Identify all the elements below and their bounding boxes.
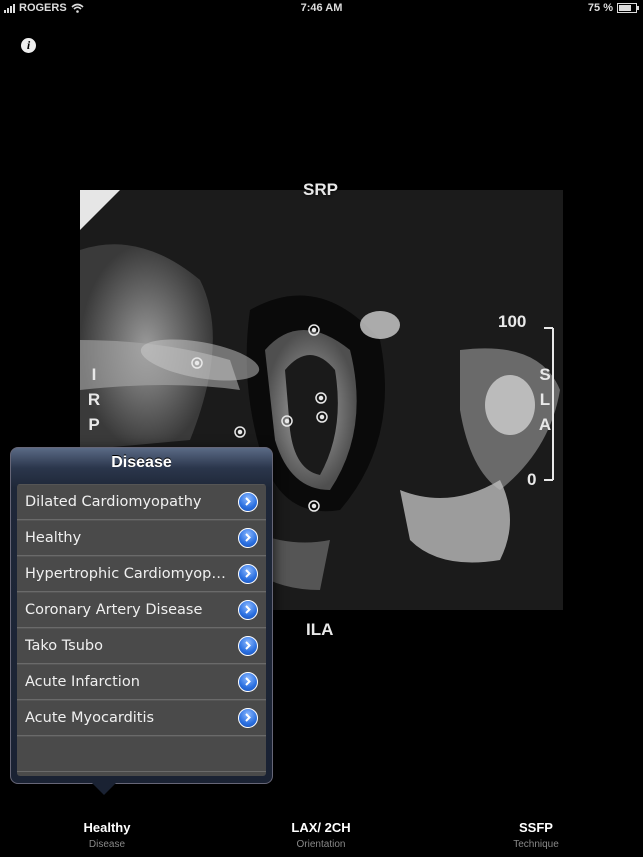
status-bar: ROGERS 7:46 AM 75 % — [0, 0, 643, 16]
popover-title: Disease — [111, 454, 172, 471]
tab-technique[interactable]: SSFP Technique — [456, 820, 616, 850]
list-item-label: Healthy — [25, 530, 82, 546]
disclosure-icon[interactable] — [238, 600, 258, 620]
scale-max: 100 — [498, 312, 527, 331]
battery-icon — [617, 3, 639, 13]
list-item[interactable]: Acute Infarction — [17, 664, 266, 700]
orientation-left-1: I — [91, 365, 97, 384]
disclosure-icon[interactable] — [238, 528, 258, 548]
disease-popover: Disease Dilated Cardiomyopathy Healthy H… — [10, 447, 273, 784]
orientation-right-3: A — [538, 415, 552, 434]
tab-orientation[interactable]: LAX/ 2CH Orientation — [241, 820, 401, 850]
disclosure-icon[interactable] — [238, 492, 258, 512]
orientation-bottom: ILA — [306, 620, 334, 639]
status-right: 75 % — [587, 2, 639, 14]
list-item-label: Dilated Cardiomyopathy — [25, 494, 202, 510]
list-item-label: Acute Myocarditis — [25, 710, 155, 726]
orientation-right: S L A — [537, 362, 553, 437]
list-item[interactable]: Coronary Artery Disease — [17, 592, 266, 628]
list-item-label: Hypertrophic Cardiomyopa… — [25, 566, 230, 582]
orientation-right-1: S — [539, 365, 551, 384]
tab-orientation-subtitle: Orientation — [296, 839, 346, 850]
tab-disease[interactable]: Healthy Disease — [27, 820, 187, 850]
disease-list: Dilated Cardiomyopathy Healthy Hypertrop… — [17, 484, 266, 776]
info-icon[interactable]: i — [21, 38, 36, 53]
battery-percent: 75 % — [587, 2, 613, 14]
orientation-left-2: R — [87, 390, 101, 409]
list-item[interactable]: Healthy — [17, 520, 266, 556]
list-item-label: Tako Tsubo — [25, 638, 103, 654]
scale-min: 0 — [527, 470, 537, 489]
list-item-empty — [17, 736, 266, 772]
popover-arrow — [90, 781, 118, 795]
list-item-label: Acute Infarction — [25, 674, 140, 690]
list-item[interactable]: Hypertrophic Cardiomyopa… — [17, 556, 266, 592]
clock: 7:46 AM — [300, 2, 343, 14]
disclosure-icon[interactable] — [238, 564, 258, 584]
orientation-left: I R P — [86, 362, 102, 437]
tab-disease-subtitle: Disease — [88, 839, 126, 850]
orientation-right-2: L — [539, 390, 551, 409]
tab-technique-subtitle: Technique — [513, 839, 559, 850]
disclosure-icon[interactable] — [238, 672, 258, 692]
list-item[interactable]: Tako Tsubo — [17, 628, 266, 664]
tab-technique-title: SSFP — [519, 820, 553, 835]
tab-disease-title: Healthy — [83, 820, 131, 835]
tab-orientation-title: LAX/ 2CH — [291, 820, 351, 835]
disclosure-icon[interactable] — [238, 708, 258, 728]
orientation-top: SRP — [303, 180, 338, 199]
list-item[interactable]: Acute Myocarditis — [17, 700, 266, 736]
orientation-left-3: P — [88, 415, 100, 434]
disclosure-icon[interactable] — [238, 636, 258, 656]
list-item[interactable]: Dilated Cardiomyopathy — [17, 484, 266, 520]
list-item-label: Coronary Artery Disease — [25, 602, 203, 618]
